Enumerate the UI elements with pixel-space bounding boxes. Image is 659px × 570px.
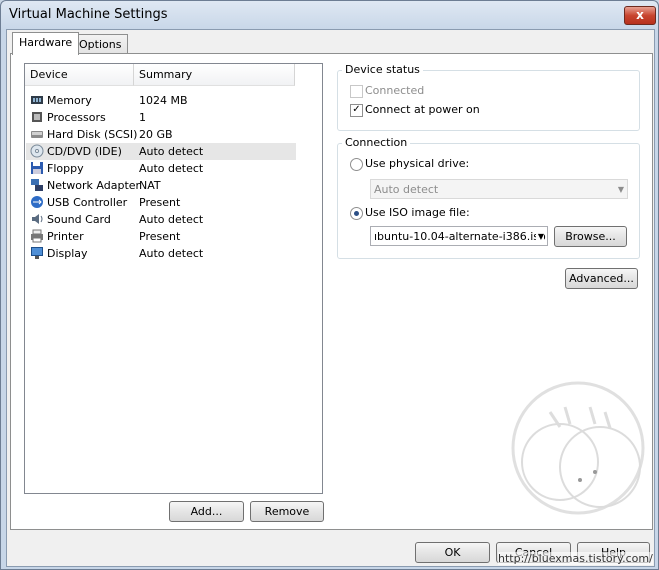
- device-summary: Auto detect: [139, 145, 204, 158]
- device-summary: 1: [139, 111, 146, 124]
- connection-group: Connection Use physical drive: Auto dete…: [337, 136, 640, 259]
- processor-icon: [32, 112, 42, 122]
- device-row[interactable]: Processors 1: [26, 109, 296, 126]
- settings-window: Virtual Machine Settings x Hardware Opti…: [0, 0, 659, 570]
- hard-disk-icon: [31, 131, 43, 138]
- device-name: Hard Disk (SCSI): [47, 128, 138, 141]
- device-row[interactable]: Network Adapter NAT: [26, 177, 296, 194]
- sound-card-icon: [32, 214, 43, 224]
- remove-button[interactable]: Remove: [250, 501, 324, 522]
- device-name: Printer: [47, 230, 84, 243]
- connect-at-power-on-label: Connect at power on: [365, 103, 480, 116]
- device-status-title: Device status: [342, 63, 423, 76]
- floppy-icon: [31, 162, 43, 174]
- physical-drive-select[interactable]: Auto detect ▼: [370, 179, 628, 199]
- device-row[interactable]: USB Controller Present: [26, 194, 296, 211]
- device-row[interactable]: Floppy Auto detect: [26, 160, 296, 177]
- connected-checkbox[interactable]: [350, 85, 363, 98]
- device-name: Sound Card: [47, 213, 111, 226]
- device-name: USB Controller: [47, 196, 128, 209]
- chevron-down-icon[interactable]: ▼: [535, 227, 544, 245]
- add-button[interactable]: Add...: [169, 501, 244, 522]
- connection-title: Connection: [342, 136, 411, 149]
- cd-dvd-icon: [30, 144, 44, 158]
- window-title: Virtual Machine Settings: [9, 7, 168, 22]
- device-status-group: Device status Connected ✓ Connect at pow…: [337, 63, 640, 131]
- tab-options[interactable]: Options: [72, 34, 129, 54]
- network-adapter-icon: [31, 179, 43, 191]
- iso-image-value: ıbuntu-10.04-alternate-i386.iso: [374, 230, 546, 243]
- physical-drive-value: Auto detect: [374, 183, 439, 196]
- iso-image-input[interactable]: ıbuntu-10.04-alternate-i386.iso ▼: [370, 226, 548, 246]
- use-physical-drive-radio[interactable]: [350, 158, 363, 171]
- device-list[interactable]: Device Summary Memory 1024 MB Processors 1 H…: [24, 63, 323, 494]
- use-iso-image-label: Use ISO image file:: [365, 206, 470, 219]
- use-physical-drive-label: Use physical drive:: [365, 157, 470, 170]
- printer-icon: [31, 229, 43, 243]
- device-summary: Present: [139, 230, 181, 243]
- chevron-down-icon: ▼: [617, 185, 624, 194]
- use-iso-image-radio[interactable]: [350, 207, 363, 220]
- browse-button[interactable]: Browse...: [554, 226, 627, 247]
- connected-label: Connected: [365, 84, 425, 97]
- ok-button[interactable]: OK: [415, 542, 490, 563]
- dialog-client: Hardware Options Device Summary Memory 10…: [6, 29, 655, 567]
- device-row[interactable]: Memory 1024 MB: [26, 92, 296, 109]
- title-bar[interactable]: Virtual Machine Settings x: [1, 1, 658, 29]
- device-name: Floppy: [47, 162, 84, 175]
- tab-hardware[interactable]: Hardware: [12, 32, 80, 55]
- device-row[interactable]: Printer Present: [26, 228, 296, 245]
- display-icon: [31, 247, 43, 259]
- device-summary: Auto detect: [139, 213, 204, 226]
- device-name: Network Adapter: [47, 179, 141, 192]
- close-button[interactable]: x: [624, 6, 656, 25]
- device-row[interactable]: Hard Disk (SCSI) 20 GB: [26, 126, 296, 143]
- connect-at-power-on-checkbox[interactable]: ✓: [350, 104, 363, 117]
- device-name: Display: [47, 247, 88, 260]
- device-name: CD/DVD (IDE): [47, 145, 122, 158]
- device-name: Memory: [47, 94, 92, 107]
- usb-icon: [31, 196, 43, 208]
- device-summary: Present: [139, 196, 181, 209]
- column-header-device[interactable]: Device: [25, 64, 134, 86]
- device-summary: 20 GB: [139, 128, 173, 141]
- device-summary: NAT: [139, 179, 161, 192]
- device-row[interactable]: CD/DVD (IDE) Auto detect: [26, 143, 296, 160]
- device-row[interactable]: Display Auto detect: [26, 245, 296, 262]
- hardware-panel: Device Summary Memory 1024 MB Processors 1 H…: [10, 53, 653, 530]
- column-header-summary[interactable]: Summary: [134, 64, 295, 86]
- device-summary: 1024 MB: [139, 94, 188, 107]
- advanced-button[interactable]: Advanced...: [565, 268, 638, 289]
- device-summary: Auto detect: [139, 162, 204, 175]
- memory-icon: [31, 96, 43, 104]
- device-name: Processors: [47, 111, 106, 124]
- device-summary: Auto detect: [139, 247, 204, 260]
- watermark-url: http://bluexmas.tistory.com/: [498, 552, 653, 565]
- watermark-logo: [511, 381, 645, 515]
- device-row[interactable]: Sound Card Auto detect: [26, 211, 296, 228]
